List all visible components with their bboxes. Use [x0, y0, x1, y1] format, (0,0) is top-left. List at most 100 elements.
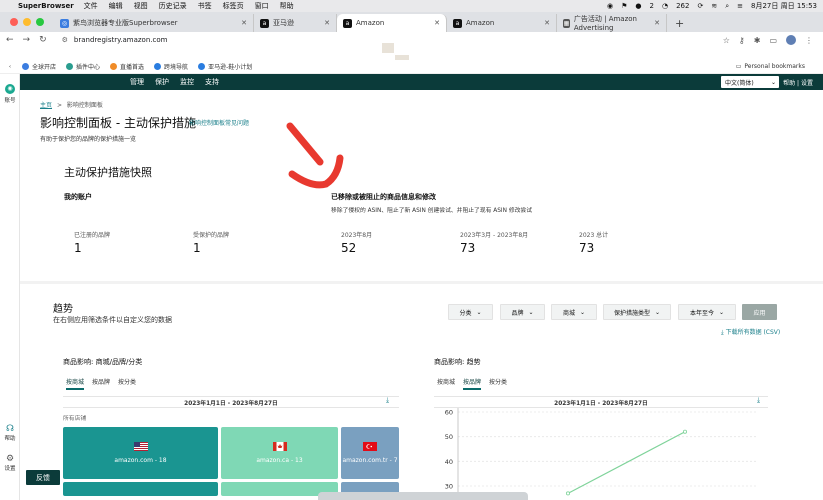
close-tab-icon[interactable]: ✕: [434, 19, 440, 27]
tile-amazon-com[interactable]: amazon.com - 18: [63, 427, 218, 479]
settings-link[interactable]: 设置: [801, 80, 813, 87]
new-tab-button[interactable]: +: [667, 14, 692, 32]
tile-amazon-com-tr[interactable]: amazon.com.tr - 7: [341, 427, 399, 479]
sync-icon[interactable]: ⟳: [697, 2, 703, 10]
close-tab-icon[interactable]: ✕: [324, 19, 330, 27]
download-icon[interactable]: ⤓: [386, 396, 389, 405]
right-panel-title: 商品影响: 趋势: [434, 358, 481, 366]
sidebar-help[interactable]: ☊ 帮助: [0, 424, 20, 442]
sidepanel-icon[interactable]: ▭: [769, 36, 777, 45]
maximize-window-icon[interactable]: [36, 18, 44, 26]
search-icon[interactable]: ⌕: [725, 2, 729, 11]
us-flag-icon: [133, 442, 148, 451]
tab-superbrowser[interactable]: ◎ 紫鸟浏览器专业版Superbrowser ✕: [54, 14, 254, 32]
nav-manage[interactable]: 管理: [130, 77, 144, 87]
personal-bookmarks-folder[interactable]: ▭ Personal bookmarks: [736, 63, 805, 70]
tile-label: amazon.com.tr - 7: [342, 457, 398, 464]
tab-title: 亚马逊: [273, 19, 294, 27]
tab-by-brand[interactable]: 按品牌: [92, 377, 110, 390]
wechat-badge[interactable]: 2: [650, 2, 654, 10]
clock-icon[interactable]: ◔: [662, 2, 668, 10]
menu-edit[interactable]: 编辑: [109, 1, 123, 11]
menu-view[interactable]: 视图: [134, 1, 148, 11]
language-select[interactable]: 中文(简体) ⌄: [721, 76, 779, 88]
site-info-icon[interactable]: ⚙: [62, 36, 68, 44]
filter-date-range[interactable]: 本年至今 ⌄: [678, 304, 736, 320]
tab-amazon-advertising[interactable]: ▦ 广告活动 | Amazon Advertising ✕: [557, 14, 667, 32]
more-menu-icon[interactable]: ⋮: [805, 36, 813, 45]
menu-bookmarks[interactable]: 书签: [198, 1, 212, 11]
profile-avatar[interactable]: [786, 35, 796, 45]
bookmark-label: 全球开店: [32, 64, 57, 71]
tab-amazon[interactable]: a Amazon ✕: [447, 14, 557, 32]
extensions-icon[interactable]: ✱: [754, 36, 761, 45]
bookmark-item[interactable]: 全球开店: [22, 62, 56, 71]
tab-by-brand[interactable]: 按品牌: [463, 377, 482, 390]
filter-label: 商城: [562, 309, 575, 317]
bookmark-star-icon[interactable]: ☆: [723, 36, 730, 45]
macos-dock: [318, 492, 528, 500]
data-point[interactable]: [565, 491, 570, 496]
download-csv-link[interactable]: ⤓ 下载所有数据 (CSV): [721, 327, 780, 337]
tab-by-marketplace[interactable]: 按商城: [437, 377, 455, 390]
tab-title: 紫鸟浏览器专业版Superbrowser: [73, 19, 178, 27]
filter-category[interactable]: 分类 ⌄: [448, 304, 493, 320]
app-name[interactable]: SuperBrowser: [18, 2, 74, 10]
address-bar[interactable]: ⚙ brandregistry.amazon.com: [62, 36, 168, 44]
datetime[interactable]: 8月27日 周日 15:53: [751, 1, 817, 11]
bookmark-item[interactable]: 跨境导航: [154, 62, 188, 71]
close-tab-icon[interactable]: ✕: [544, 19, 550, 27]
back-icon[interactable]: ←: [6, 35, 14, 45]
tab-by-category[interactable]: 按分类: [118, 377, 136, 390]
wifi-icon[interactable]: ≋: [711, 2, 717, 10]
bookmark-item[interactable]: 亚马逊-鞋小计划: [198, 62, 252, 71]
turkey-flag-icon: [363, 442, 377, 451]
bookmark-label: 直播首选: [120, 64, 145, 71]
apply-button[interactable]: 应用: [742, 304, 777, 320]
tab-by-marketplace[interactable]: 按商城: [66, 377, 85, 390]
nav-protect[interactable]: 保护: [155, 77, 169, 87]
tab-amazon-cn[interactable]: a 亚马逊 ✕: [254, 14, 337, 32]
flag-icon[interactable]: ⚑: [621, 2, 627, 10]
forward-icon[interactable]: →: [23, 35, 31, 45]
menu-tabs[interactable]: 标签页: [223, 1, 244, 11]
help-link[interactable]: 帮助: [783, 80, 795, 87]
filter-brand[interactable]: 品牌 ⌄: [500, 304, 545, 320]
reload-icon[interactable]: ↻: [39, 35, 47, 45]
feedback-button[interactable]: 反馈: [26, 470, 60, 485]
notification-count[interactable]: 262: [676, 2, 689, 10]
nav-monitor[interactable]: 监控: [180, 77, 194, 87]
sidebar-account[interactable]: ◉ 账号: [0, 84, 20, 104]
close-tab-icon[interactable]: ✕: [654, 19, 660, 27]
menu-help[interactable]: 帮助: [280, 1, 294, 11]
close-tab-icon[interactable]: ✕: [241, 19, 247, 27]
tab-amazon-active[interactable]: a Amazon ✕: [337, 14, 447, 32]
menu-history[interactable]: 历史记录: [159, 1, 187, 11]
url-text: brandregistry.amazon.com: [73, 36, 168, 44]
all-stores-label: 所有店铺: [63, 416, 87, 422]
nav-support[interactable]: 支持: [205, 77, 219, 87]
menu-window[interactable]: 窗口: [255, 1, 269, 11]
breadcrumb-home[interactable]: 主页: [40, 102, 52, 109]
record-icon[interactable]: ◉: [607, 2, 613, 10]
menu-file[interactable]: 文件: [84, 1, 98, 11]
sidebar-help-label: 帮助: [4, 436, 16, 442]
superbrowser-favicon-icon: ◎: [60, 18, 69, 28]
chat-icon[interactable]: ●: [635, 2, 641, 10]
tile-amazon-ca[interactable]: amazon.ca - 13: [221, 427, 338, 479]
faq-link[interactable]: 影响控制面板常见问题: [189, 118, 249, 127]
filter-protection-type[interactable]: 保护措施类型 ⌄: [603, 304, 671, 320]
key-icon[interactable]: ⚷: [739, 36, 745, 45]
tile-extra[interactable]: [63, 482, 218, 496]
sidebar-settings[interactable]: ⚙ 设置: [0, 454, 20, 472]
minimize-window-icon[interactable]: [23, 18, 31, 26]
sidebar-expand-icon[interactable]: ‹: [0, 64, 20, 70]
bookmark-item[interactable]: 插件中心: [66, 62, 100, 71]
tab-by-category[interactable]: 按分类: [489, 377, 507, 390]
control-center-icon[interactable]: ≡: [737, 2, 743, 10]
close-window-icon[interactable]: [10, 18, 18, 26]
snapshot-title: 主动保护措施快照: [64, 166, 152, 179]
bookmark-item[interactable]: 直播首选: [110, 62, 144, 71]
filter-marketplace[interactable]: 商城 ⌄: [551, 304, 597, 320]
data-point[interactable]: [682, 429, 687, 434]
